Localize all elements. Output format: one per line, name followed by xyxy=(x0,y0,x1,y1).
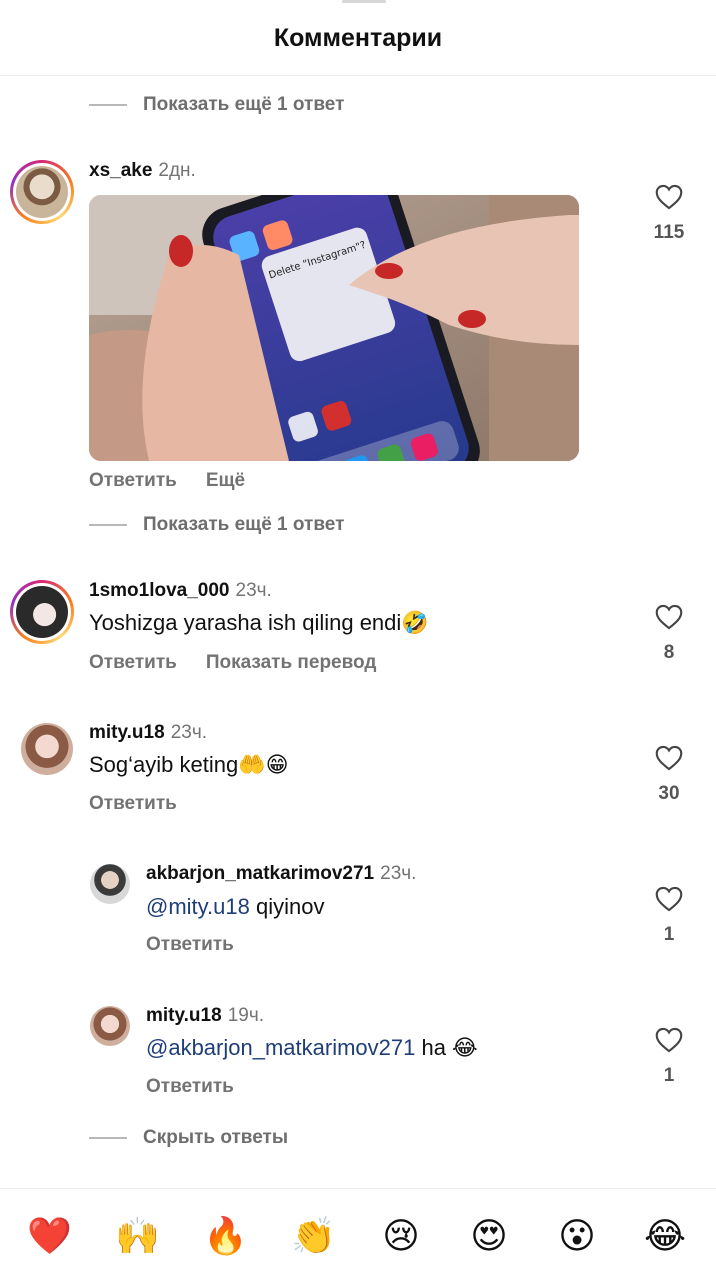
comment-actions: Ответить Ещё xyxy=(89,470,245,492)
comment-actions: Ответить Показать перевод xyxy=(89,652,376,674)
like-count: 1 xyxy=(663,1065,675,1086)
reaction-raised-hands[interactable]: 🙌 xyxy=(115,1217,160,1257)
more-button[interactable]: Ещё xyxy=(206,470,245,492)
reply-button[interactable]: Ответить xyxy=(89,793,177,815)
comment-meta: xs_ake 2дн. xyxy=(89,160,196,182)
reply-body: ha 😂 xyxy=(415,1035,478,1060)
reaction-heart-eyes[interactable]: 😍 xyxy=(467,1217,511,1257)
translate-button[interactable]: Показать перевод xyxy=(206,652,377,674)
reply-actions: Ответить xyxy=(146,934,234,956)
mention-link[interactable]: @akbarjon_matkarimov271 xyxy=(146,1035,415,1060)
comment-text: Yoshizga yarasha ish qiling endi🤣 xyxy=(89,610,429,635)
avatar[interactable] xyxy=(10,580,74,644)
comment-username[interactable]: mity.u18 xyxy=(89,722,165,744)
like-control[interactable]: 8 xyxy=(641,604,697,664)
reaction-crying[interactable]: 😢 xyxy=(379,1217,423,1257)
reaction-laughing[interactable]: 😂 xyxy=(643,1217,687,1257)
header: Комментарии xyxy=(0,0,716,76)
heart-icon[interactable] xyxy=(655,1027,683,1053)
like-count: 30 xyxy=(658,783,680,804)
reply-text: @mity.u18 qiyinov xyxy=(146,894,324,920)
show-more-replies-button[interactable]: Показать ещё 1 ответ xyxy=(89,510,344,540)
show-more-replies-label: Показать ещё 1 ответ xyxy=(143,94,345,115)
heart-icon[interactable] xyxy=(655,184,683,210)
avatar[interactable] xyxy=(90,1006,130,1046)
hide-replies-label: Скрыть ответы xyxy=(143,1127,289,1148)
avatar[interactable] xyxy=(10,160,74,224)
like-count: 8 xyxy=(663,642,675,663)
comment-time: 23ч. xyxy=(170,722,207,743)
reaction-heart[interactable]: ❤️ xyxy=(27,1217,72,1257)
reply-text: @akbarjon_matkarimov271 ha 😂 xyxy=(146,1035,478,1061)
quick-reactions-bar: ❤️ 🙌 🔥 👏 😢 😍 😮 😂 xyxy=(0,1188,716,1280)
heart-icon[interactable] xyxy=(655,745,683,771)
divider-dash xyxy=(89,1137,127,1139)
avatar[interactable] xyxy=(21,723,73,775)
like-control[interactable]: 1 xyxy=(641,1027,697,1087)
reaction-fire[interactable]: 🔥 xyxy=(203,1217,248,1257)
comment-actions: Ответить xyxy=(89,793,177,815)
comment-meta: mity.u18 23ч. xyxy=(89,722,207,744)
reply-meta: akbarjon_matkarimov271 23ч. xyxy=(146,863,416,885)
mention-link[interactable]: @mity.u18 xyxy=(146,894,250,919)
like-count: 1 xyxy=(663,924,675,945)
comment-text: Sog‘ayib keting🤲😁 xyxy=(89,752,289,777)
comment-time: 23ч. xyxy=(235,580,272,601)
reply-time: 23ч. xyxy=(380,863,417,884)
reply-username[interactable]: mity.u18 xyxy=(146,1005,222,1027)
reply-username[interactable]: akbarjon_matkarimov271 xyxy=(146,863,374,885)
reply-button[interactable]: Ответить xyxy=(146,1076,234,1098)
comment-media-image[interactable]: Delete "Instagram"? xyxy=(89,195,579,461)
comment-time: 2дн. xyxy=(158,160,196,181)
reply-button[interactable]: Ответить xyxy=(146,934,234,956)
reply-meta: mity.u18 19ч. xyxy=(146,1005,264,1027)
comment-username[interactable]: 1smo1lova_000 xyxy=(89,580,230,602)
like-control[interactable]: 115 xyxy=(641,184,697,244)
heart-icon[interactable] xyxy=(655,604,683,630)
comment-username[interactable]: xs_ake xyxy=(89,160,152,182)
like-control[interactable]: 30 xyxy=(641,745,697,805)
reply-actions: Ответить xyxy=(146,1076,234,1098)
reaction-clap[interactable]: 👏 xyxy=(291,1217,336,1257)
heart-icon[interactable] xyxy=(655,886,683,912)
like-control[interactable]: 1 xyxy=(641,886,697,946)
show-more-replies-button[interactable]: Показать ещё 1 ответ xyxy=(89,90,344,120)
reply-button[interactable]: Ответить xyxy=(89,652,177,674)
divider-dash xyxy=(89,104,127,106)
divider-dash xyxy=(89,524,127,526)
show-more-replies-label: Показать ещё 1 ответ xyxy=(143,514,345,535)
avatar[interactable] xyxy=(90,864,130,904)
reply-body: qiyinov xyxy=(249,894,325,919)
hide-replies-button[interactable]: Скрыть ответы xyxy=(89,1123,288,1153)
page-title: Комментарии xyxy=(273,24,443,52)
comment-meta: 1smo1lova_000 23ч. xyxy=(89,580,272,602)
reaction-surprised[interactable]: 😮 xyxy=(555,1217,599,1257)
like-count: 115 xyxy=(653,222,685,243)
reply-button[interactable]: Ответить xyxy=(89,470,177,492)
reply-time: 19ч. xyxy=(227,1005,264,1026)
phone-photo: Delete "Instagram"? xyxy=(89,195,579,461)
